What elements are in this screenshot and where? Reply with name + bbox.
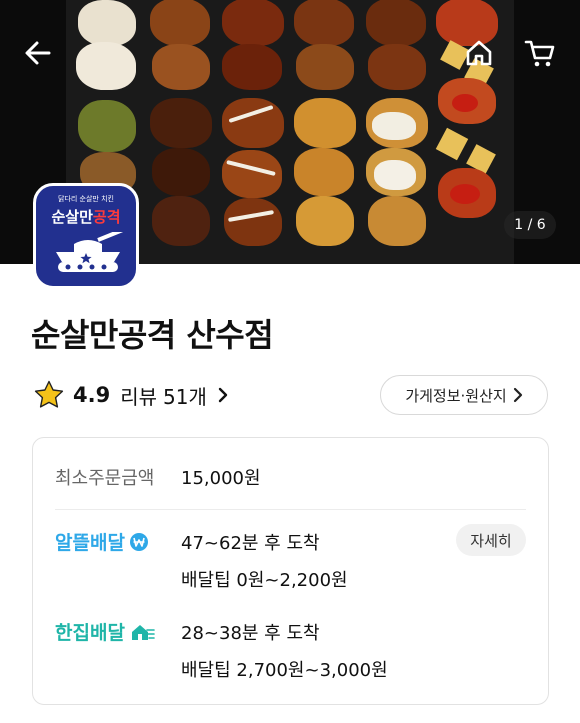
chevron-right-icon <box>513 387 522 403</box>
cart-button[interactable] <box>520 33 560 73</box>
food-column <box>364 0 430 264</box>
detail-button[interactable]: 자세히 <box>456 524 526 556</box>
single-delivery-tip: 배달팁 2,700원~3,000원 <box>181 660 388 681</box>
back-button[interactable] <box>18 33 58 73</box>
arrow-left-icon <box>25 41 51 65</box>
store-info-button[interactable]: 가게정보·원산지 <box>380 375 548 415</box>
food-column <box>220 0 286 264</box>
image-counter: 1 / 6 <box>504 211 556 239</box>
home-icon <box>466 40 492 66</box>
logo-title-white: 순살만 <box>51 208 93 226</box>
store-logo: 닭다리 순살만 치킨 순살만공격 <box>33 183 139 289</box>
single-delivery-time: 28~38분 후 도착 <box>181 623 320 644</box>
store-info-label: 가게정보·원산지 <box>405 386 507 405</box>
review-label: 리뷰 <box>120 384 158 409</box>
cart-icon <box>524 40 555 67</box>
logo-title-red: 공격 <box>92 208 121 226</box>
rating-reviews-link[interactable]: 4.9 리뷰 51개 <box>33 378 229 412</box>
rating-value: 4.9 <box>73 383 111 407</box>
star-icon <box>34 380 64 408</box>
logo-title: 순살만공격 <box>36 206 136 227</box>
logo-subtitle: 닭다리 순살만 치킨 <box>58 195 114 203</box>
divider <box>55 509 526 510</box>
saver-delivery-label: 알뜰배달 <box>55 532 125 554</box>
fast-home-icon <box>131 624 155 640</box>
tank-icon <box>56 232 123 272</box>
min-order-label: 최소주문금액 <box>55 468 155 489</box>
home-button[interactable] <box>459 33 499 73</box>
saver-delivery-brand: 알뜰배달 <box>55 528 149 555</box>
food-column <box>292 0 358 264</box>
chevron-right-icon <box>217 386 229 404</box>
single-delivery-brand: 한집배달 <box>55 618 155 645</box>
store-name: 순살만공격 산수점 <box>31 316 274 354</box>
won-coin-icon <box>129 532 148 551</box>
review-count: 51개 <box>163 384 207 409</box>
single-delivery-label: 한집배달 <box>55 622 125 644</box>
saver-delivery-tip: 배달팁 0원~2,200원 <box>181 570 348 591</box>
min-order-value: 15,000원 <box>181 468 261 489</box>
delivery-info-card: 최소주문금액 15,000원 알뜰배달 47~62분 후 도착 배달팁 0원~2… <box>32 437 549 705</box>
saver-delivery-time: 47~62분 후 도착 <box>181 533 320 554</box>
food-column <box>148 0 214 264</box>
